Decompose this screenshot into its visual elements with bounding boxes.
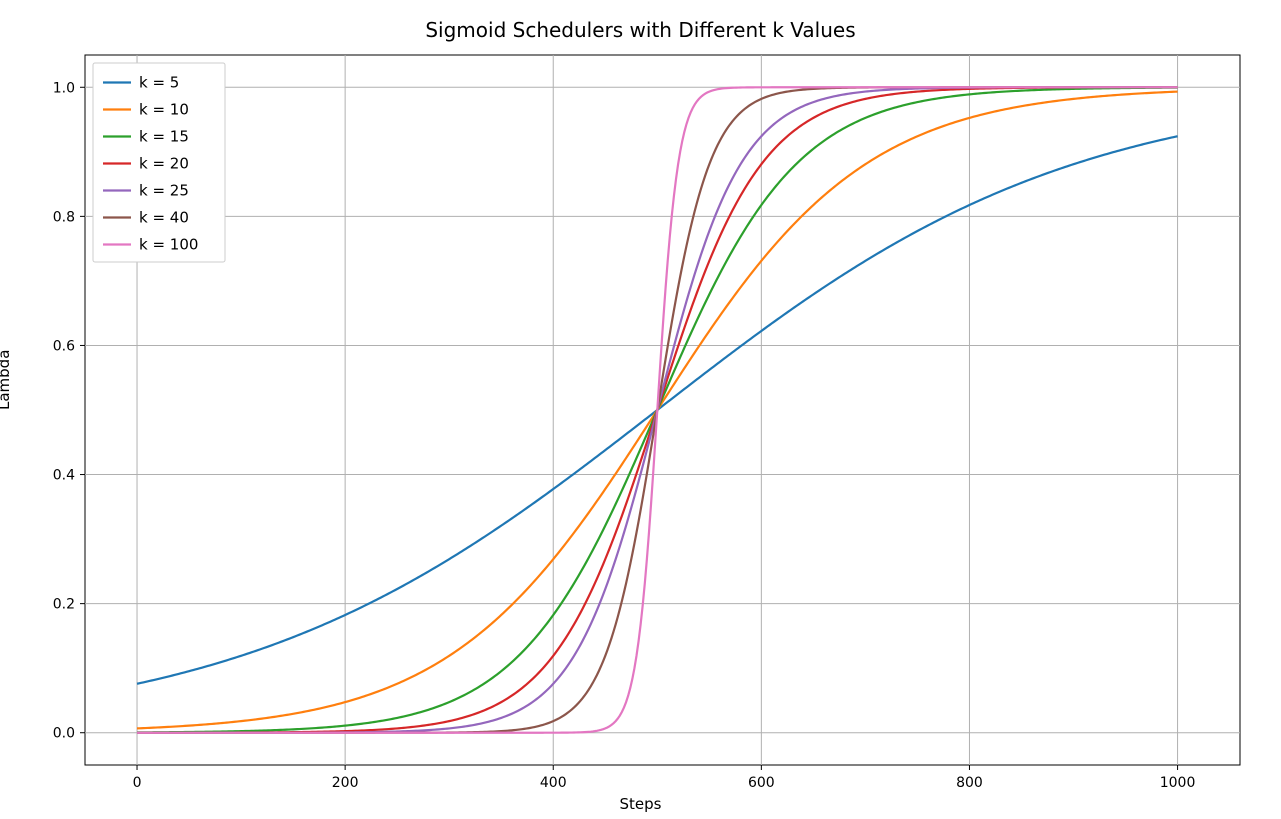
y-tick-label: 0.2 [53, 597, 75, 613]
x-tick-label: 400 [540, 775, 567, 791]
legend-label: k = 25 [139, 182, 189, 200]
y-tick-label: 0.8 [53, 209, 75, 225]
y-tick-label: 0.4 [53, 468, 75, 484]
y-tick-label: 0.0 [53, 726, 75, 742]
legend-label: k = 40 [139, 209, 189, 227]
x-tick-label: 1000 [1160, 775, 1196, 791]
x-tick-label: 800 [956, 775, 983, 791]
chart-container: Sigmoid Schedulers with Different k Valu… [0, 0, 1281, 819]
plot-svg: 0 200 400 600 800 1000 0.0 0.2 0.4 0.6 0.8 1.0 k = 5… [0, 0, 1281, 819]
y-axis-label: Lambda [0, 349, 13, 409]
x-tick-label: 0 [133, 775, 142, 791]
series-line-k-100 [137, 87, 1178, 732]
x-tick-label: 200 [332, 775, 359, 791]
legend-label: k = 15 [139, 128, 189, 146]
legend-label: k = 100 [139, 236, 198, 254]
legend-label: k = 10 [139, 101, 189, 119]
legend-label: k = 5 [139, 74, 179, 92]
x-tick-label: 600 [748, 775, 775, 791]
y-tick-label: 1.0 [53, 80, 75, 96]
y-tick-label: 0.6 [53, 338, 75, 354]
chart-title: Sigmoid Schedulers with Different k Valu… [0, 18, 1281, 42]
legend-label: k = 20 [139, 155, 189, 173]
x-axis-label: Steps [0, 795, 1281, 813]
plot-border [85, 55, 1240, 765]
